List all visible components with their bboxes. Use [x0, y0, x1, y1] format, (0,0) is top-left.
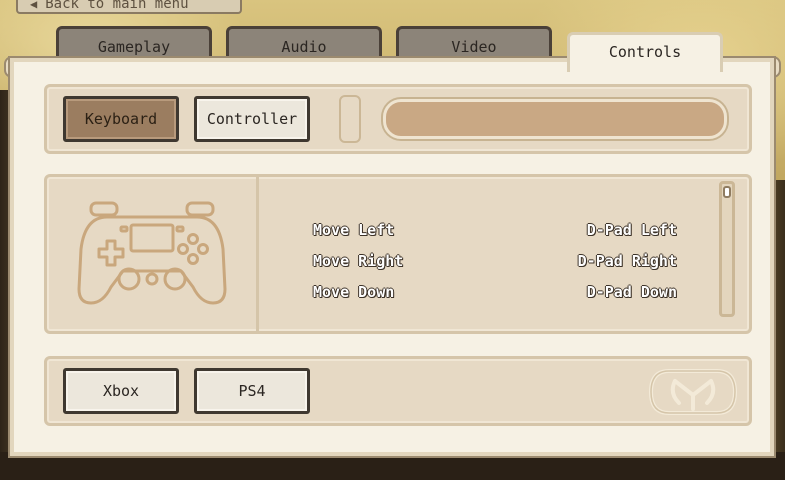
- binding-action: Move Down: [313, 283, 395, 301]
- binding-key: D-Pad Down: [586, 283, 677, 301]
- scrollbar-thumb[interactable]: [723, 186, 731, 198]
- back-arrow-icon: ◀: [30, 0, 38, 11]
- controller-mode-button[interactable]: Controller: [194, 96, 310, 142]
- gamepad-icon: [77, 201, 226, 305]
- binding-row[interactable]: Move Right D-Pad Right: [313, 252, 677, 276]
- binding-key: D-Pad Right: [577, 252, 677, 270]
- divider-ornament: [339, 95, 361, 143]
- keyboard-mode-label: Keyboard: [84, 110, 158, 128]
- ps4-layout-button[interactable]: PS4: [194, 368, 310, 414]
- search-input[interactable]: [383, 99, 727, 139]
- input-mode-section: Keyboard Controller: [44, 84, 752, 154]
- bindings-scrollbar[interactable]: [719, 181, 735, 317]
- tab-controls[interactable]: Controls: [567, 32, 723, 72]
- binding-row[interactable]: Move Down D-Pad Down: [313, 283, 677, 307]
- binding-action: Move Right: [313, 252, 404, 270]
- tab-controls-label: Controls: [608, 43, 682, 61]
- keyboard-mode-button[interactable]: Keyboard: [63, 96, 179, 142]
- back-button-label: Back to main menu: [45, 0, 189, 12]
- xbox-layout-label: Xbox: [102, 382, 140, 400]
- controller-mode-label: Controller: [206, 110, 298, 128]
- layout-section: Xbox PS4: [44, 356, 752, 426]
- background-ground: [0, 452, 785, 480]
- binding-key: D-Pad Left: [586, 221, 677, 239]
- controls-settings-panel: Keyboard Controller Move Left D-Pad Left…: [10, 58, 774, 456]
- back-to-main-menu-button[interactable]: ◀ Back to main menu: [16, 0, 242, 14]
- binding-row[interactable]: Move Left D-Pad Left: [313, 221, 677, 245]
- ps4-layout-label: PS4: [238, 382, 266, 400]
- crest-emblem-icon: [645, 363, 741, 421]
- binding-action: Move Left: [313, 221, 395, 239]
- bindings-section: Move Left D-Pad Left Move Right D-Pad Ri…: [44, 174, 752, 334]
- xbox-layout-button[interactable]: Xbox: [63, 368, 179, 414]
- controller-illustration: [47, 177, 259, 331]
- crest-emblem-graphic: [649, 369, 737, 415]
